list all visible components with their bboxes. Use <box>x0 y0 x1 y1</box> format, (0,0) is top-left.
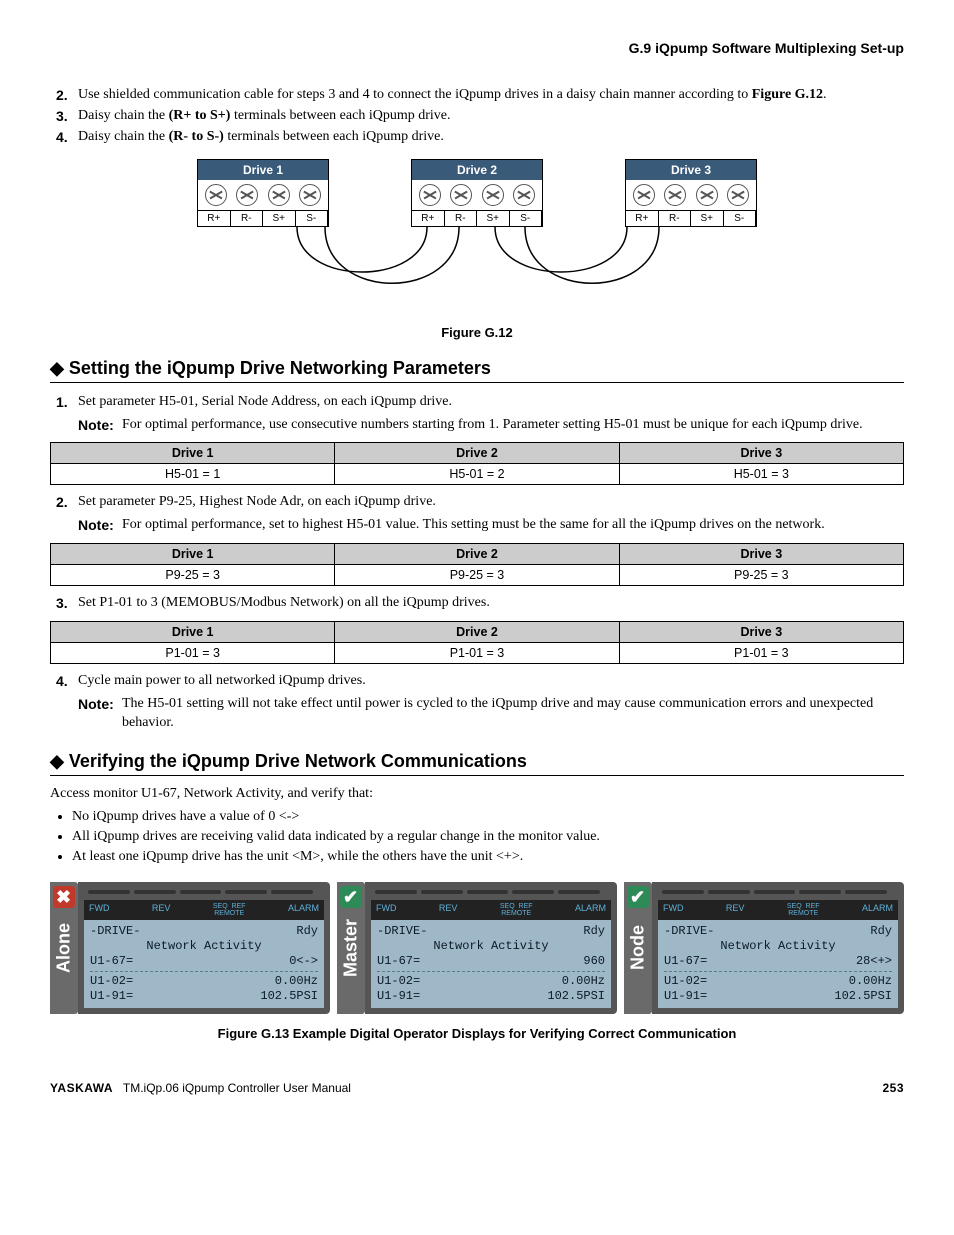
terminal-label: R+ <box>412 210 445 226</box>
terminal-label: S+ <box>691 210 724 226</box>
table-cell: P9-25 = 3 <box>51 565 335 586</box>
verify-bullets: No iQpump drives have a value of 0 <-> A… <box>60 808 904 867</box>
list-item: All iQpump drives are receiving valid da… <box>72 828 904 846</box>
step-4: 4. Cycle main power to all networked iQp… <box>78 672 904 691</box>
status-bar: FWDREV SEQ REFREMOTE ALARM <box>84 900 324 920</box>
footer-brand: YASKAWA <box>50 1081 113 1095</box>
wire-diagram <box>197 227 757 317</box>
page-footer: YASKAWA TM.iQp.06 iQpump Controller User… <box>50 1081 904 1095</box>
terminal-label: S+ <box>263 210 296 226</box>
table-cell: H5-01 = 2 <box>335 464 619 485</box>
terminal-label: R- <box>659 210 692 226</box>
section-networking-params: Setting the iQpump Drive Networking Para… <box>50 358 904 383</box>
terminal-label: S- <box>724 210 757 226</box>
terminal-label: R- <box>445 210 478 226</box>
lcd-screen: -DRIVE-Rdy Network Activity U1-67=28<+> … <box>658 920 898 1008</box>
terminal-label: R+ <box>198 210 231 226</box>
section-verify-comms: Verifying the iQpump Drive Network Commu… <box>50 751 904 776</box>
status-icon: ✔ <box>340 886 362 908</box>
panel-tab: Node ✔ <box>624 882 652 1014</box>
table-header: Drive 3 <box>619 443 903 464</box>
daisy-chain-diagram: Drive 1R+R-S+S-Drive 2R+R-S+S-Drive 3R+R… <box>197 159 757 317</box>
page-header: G.9 iQpump Software Multiplexing Set-up <box>50 40 904 56</box>
table-p1-01: Drive 1 Drive 2 Drive 3 P1-01 = 3 P1-01 … <box>50 621 904 664</box>
table-header: Drive 3 <box>619 622 903 643</box>
table-cell: P1-01 = 3 <box>619 643 903 664</box>
list-item: No iQpump drives have a value of 0 <-> <box>72 808 904 826</box>
panel-tab: Master ✔ <box>337 882 365 1014</box>
drive-title: Drive 1 <box>198 160 328 180</box>
drive-title: Drive 2 <box>412 160 542 180</box>
table-header: Drive 2 <box>335 622 619 643</box>
drive-box: Drive 3 R+R-S+S- <box>625 159 757 227</box>
status-bar: FWDREV SEQ REFREMOTE ALARM <box>658 900 898 920</box>
table-cell: H5-01 = 3 <box>619 464 903 485</box>
table-cell: P9-25 = 3 <box>619 565 903 586</box>
step-1: 1. Set parameter H5-01, Serial Node Addr… <box>78 393 904 412</box>
table-cell: H5-01 = 1 <box>51 464 335 485</box>
terminal-label: S- <box>510 210 543 226</box>
status-bar: FWDREV SEQ REFREMOTE ALARM <box>371 900 611 920</box>
list-item: 4.Daisy chain the (R- to S-) terminals b… <box>78 128 904 147</box>
table-header: Drive 2 <box>335 544 619 565</box>
table-cell: P1-01 = 3 <box>51 643 335 664</box>
digital-operator: FWDREV SEQ REFREMOTE ALARM -DRIVE-Rdy Ne… <box>652 882 904 1014</box>
verify-lead: Access monitor U1-67, Network Activity, … <box>50 786 904 802</box>
terminal-label: R- <box>231 210 264 226</box>
table-p9-25: Drive 1 Drive 2 Drive 3 P9-25 = 3 P9-25 … <box>50 543 904 586</box>
note-2: Note: For optimal performance, set to hi… <box>78 516 904 535</box>
status-icon: ✔ <box>627 886 649 908</box>
panel-group: Node ✔ FWDREV SEQ REFREMOTE ALARM -DRIVE… <box>624 882 904 1014</box>
digital-operator: FWDREV SEQ REFREMOTE ALARM -DRIVE-Rdy Ne… <box>78 882 330 1014</box>
panel-group: Alone ✖ FWDREV SEQ REFREMOTE ALARM -DRIV… <box>50 882 330 1014</box>
table-header: Drive 1 <box>51 544 335 565</box>
footer-doc <box>116 1081 119 1095</box>
figure-g13-caption: Figure G.13 Example Digital Operator Dis… <box>50 1026 904 1041</box>
list-item: At least one iQpump drive has the unit <… <box>72 848 904 866</box>
status-icon: ✖ <box>53 886 75 908</box>
drive-title: Drive 3 <box>626 160 756 180</box>
drive-box: Drive 2 R+R-S+S- <box>411 159 543 227</box>
list-item: 2.Use shielded communication cable for s… <box>78 86 904 105</box>
terminal-label: S- <box>296 210 329 226</box>
intro-steps: 2.Use shielded communication cable for s… <box>50 86 904 147</box>
table-header: Drive 3 <box>619 544 903 565</box>
lcd-screen: -DRIVE-Rdy Network Activity U1-67=0<-> U… <box>84 920 324 1008</box>
step-3: 3. Set P1-01 to 3 (MEMOBUS/Modbus Networ… <box>78 594 904 613</box>
lcd-screen: -DRIVE-Rdy Network Activity U1-67=960 U1… <box>371 920 611 1008</box>
terminal-label: S+ <box>477 210 510 226</box>
figure-g12-caption: Figure G.12 <box>50 325 904 340</box>
terminal-label: R+ <box>626 210 659 226</box>
step-2: 2. Set parameter P9-25, Highest Node Adr… <box>78 493 904 512</box>
table-header: Drive 1 <box>51 443 335 464</box>
operator-panels: Alone ✖ FWDREV SEQ REFREMOTE ALARM -DRIV… <box>50 882 904 1014</box>
table-header: Drive 2 <box>335 443 619 464</box>
digital-operator: FWDREV SEQ REFREMOTE ALARM -DRIVE-Rdy Ne… <box>365 882 617 1014</box>
drive-box: Drive 1 R+R-S+S- <box>197 159 329 227</box>
table-cell: P9-25 = 3 <box>335 565 619 586</box>
footer-page-number: 253 <box>882 1081 904 1095</box>
note-1: Note: For optimal performance, use conse… <box>78 416 904 435</box>
list-item: 3.Daisy chain the (R+ to S+) terminals b… <box>78 107 904 126</box>
panel-tab: Alone ✖ <box>50 882 78 1014</box>
note-4: Note: The H5-01 setting will not take ef… <box>78 695 904 733</box>
table-cell: P1-01 = 3 <box>335 643 619 664</box>
table-header: Drive 1 <box>51 622 335 643</box>
panel-group: Master ✔ FWDREV SEQ REFREMOTE ALARM -DRI… <box>337 882 617 1014</box>
table-h5-01: Drive 1 Drive 2 Drive 3 H5-01 = 1 H5-01 … <box>50 442 904 485</box>
